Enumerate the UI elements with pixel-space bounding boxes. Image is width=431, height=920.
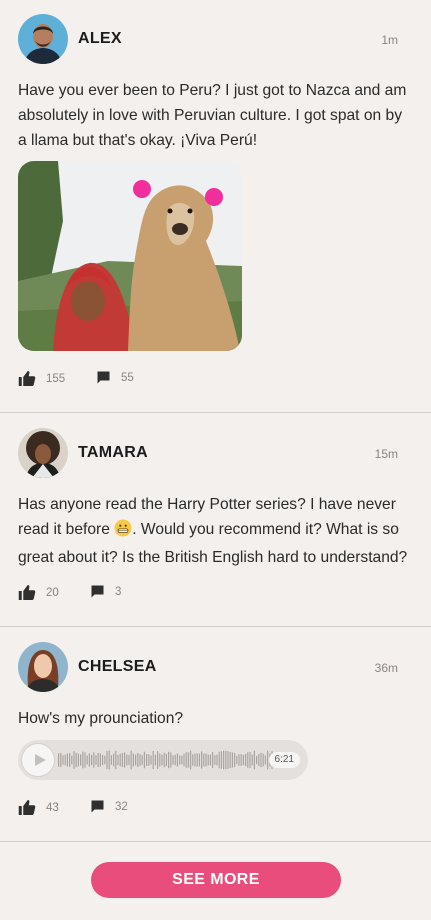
comment-count: 3 bbox=[115, 585, 122, 598]
like-button[interactable]: 155 bbox=[18, 370, 65, 387]
comment-bubble-icon bbox=[90, 584, 105, 599]
like-button[interactable]: 43 bbox=[18, 799, 59, 816]
comment-bubble-icon bbox=[96, 370, 111, 385]
comment-count: 55 bbox=[121, 371, 134, 384]
comment-button[interactable]: 3 bbox=[90, 584, 121, 599]
audio-player[interactable]: 6:21 bbox=[18, 740, 308, 780]
timestamp: 36m bbox=[374, 661, 398, 675]
author-name[interactable]: TAMARA bbox=[78, 444, 148, 462]
post-photo[interactable] bbox=[18, 161, 242, 351]
play-icon[interactable] bbox=[22, 744, 54, 776]
timestamp: 1m bbox=[381, 33, 398, 47]
comment-bubble-icon bbox=[90, 799, 105, 814]
timestamp: 15m bbox=[374, 447, 398, 461]
comment-button[interactable]: 32 bbox=[90, 799, 128, 814]
avatar[interactable] bbox=[18, 642, 68, 692]
post-chelsea: CHELSEA 36m How's my prounciation? bbox=[0, 627, 431, 841]
avatar[interactable] bbox=[18, 14, 68, 64]
divider bbox=[0, 841, 431, 842]
waveform[interactable] bbox=[58, 750, 274, 770]
like-count: 155 bbox=[46, 372, 66, 385]
grimace-emoji-icon bbox=[114, 519, 132, 545]
thumbs-up-icon bbox=[18, 584, 36, 601]
thumbs-up-icon bbox=[18, 799, 36, 816]
author-name[interactable]: CHELSEA bbox=[78, 658, 157, 676]
audio-duration: 6:21 bbox=[268, 752, 300, 768]
avatar[interactable] bbox=[18, 428, 68, 478]
post-text: Have you ever been to Peru? I just got t… bbox=[18, 82, 407, 149]
comment-button[interactable]: 55 bbox=[96, 370, 134, 385]
like-count: 43 bbox=[46, 801, 59, 814]
like-button[interactable]: 20 bbox=[18, 584, 59, 601]
post-text: Has anyone read the Harry Potter series?… bbox=[18, 492, 414, 570]
comment-count: 32 bbox=[115, 800, 128, 813]
thumbs-up-icon bbox=[18, 370, 36, 387]
author-name[interactable]: ALEX bbox=[78, 30, 122, 48]
post-text: How's my prounciation? bbox=[18, 710, 184, 727]
post-tamara: TAMARA 15m Has anyone read the Harry Pot… bbox=[0, 413, 431, 626]
post-alex: ALEX 1m Have you ever been to Peru? I ju… bbox=[0, 0, 431, 412]
see-more-button[interactable]: SEE MORE bbox=[91, 862, 341, 898]
like-count: 20 bbox=[46, 586, 59, 599]
